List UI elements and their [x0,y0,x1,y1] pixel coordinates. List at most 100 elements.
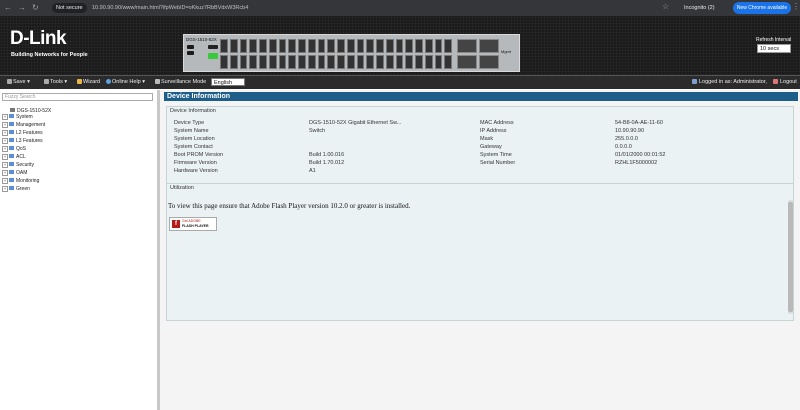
switch-port[interactable] [405,39,413,53]
info-label: IP Address [480,128,507,134]
save-menu[interactable]: Save ▾ [7,79,30,86]
bookmark-star-icon[interactable]: ☆ [662,2,669,11]
reload-icon[interactable]: ↻ [32,3,39,13]
switch-port[interactable] [385,55,394,69]
switch-port[interactable] [278,39,287,53]
switch-port[interactable] [288,55,296,69]
sfp-ports[interactable] [457,39,499,69]
switch-port[interactable] [424,39,433,53]
forward-icon[interactable]: → [18,3,26,13]
online-help-menu[interactable]: Online Help ▾ [106,79,145,86]
switch-port[interactable] [307,55,316,69]
switch-port[interactable] [327,55,335,69]
switch-port[interactable] [444,39,452,53]
switch-port[interactable] [346,55,355,69]
surveillance-mode-button[interactable]: Surveillance Mode [155,79,206,86]
switch-port[interactable] [278,55,287,69]
switch-port[interactable] [376,55,384,69]
new-chrome-button[interactable]: New Chrome available [733,2,791,14]
sidebar-item-qos[interactable]: + QoS [2,146,26,152]
switch-port[interactable] [229,39,238,53]
expand-icon[interactable]: + [2,178,8,184]
tools-menu[interactable]: Tools ▾ [44,79,67,86]
sidebar-item-green[interactable]: + Green [2,186,30,192]
sidebar-item-l2-features[interactable]: + L2 Features [2,130,43,136]
switch-port[interactable] [415,39,423,53]
incognito-indicator[interactable]: Incognito (2) [684,3,715,13]
switch-port[interactable] [220,39,228,53]
switch-port[interactable] [220,55,228,69]
switch-port[interactable] [317,39,326,53]
sidebar-item-oam[interactable]: + OAM [2,170,27,176]
sfp-port[interactable] [457,55,477,69]
switch-port[interactable] [366,39,374,53]
switch-port[interactable] [337,39,345,53]
browser-menu-icon[interactable]: ⋮ [792,2,800,11]
switch-port[interactable] [405,55,413,69]
refresh-interval-select[interactable]: 10 secs [757,44,791,53]
expand-icon[interactable]: + [2,114,8,120]
switch-port[interactable] [385,39,394,53]
wizard-button[interactable]: Wizard [77,79,100,86]
security-indicator[interactable]: Not secure [52,3,87,13]
sidebar-item-management[interactable]: + Management [2,122,45,128]
expand-icon[interactable]: + [2,170,8,176]
switch-port[interactable] [376,39,384,53]
fuzzy-search-input[interactable]: Fuzzy Search [2,93,153,101]
sidebar-item-system[interactable]: + System [2,114,33,120]
switch-port[interactable] [298,55,306,69]
sidebar-item-acl[interactable]: + ACL [2,154,26,160]
info-value: 255.0.0.0 [615,136,638,142]
sfp-port[interactable] [457,39,477,53]
switch-port[interactable] [229,55,238,69]
expand-icon[interactable]: + [2,186,8,192]
switch-port[interactable] [239,55,248,69]
expand-icon[interactable]: + [2,154,8,160]
back-icon[interactable]: ← [4,3,12,13]
switch-port[interactable] [395,39,404,53]
sidebar-item-label: Management [16,122,46,128]
switch-port[interactable] [239,39,248,53]
switch-port[interactable] [288,39,296,53]
get-flash-player-link[interactable]: f Get ADOBE FLASH PLAYER [169,217,217,231]
expand-icon[interactable]: + [2,122,8,128]
sidebar-item-security[interactable]: + Security [2,162,34,168]
switch-port[interactable] [317,55,326,69]
expand-icon[interactable]: + [2,162,8,168]
sidebar-item-monitoring[interactable]: + Monitoring [2,178,39,184]
switch-port[interactable] [327,39,335,53]
switch-port[interactable] [307,39,316,53]
address-bar[interactable]: 10.90.90.90/www/main.html?ifpWebID=oKkuz… [92,3,248,13]
switch-port[interactable] [268,55,277,69]
switch-port[interactable] [415,55,423,69]
logout-button[interactable]: Logout [773,79,797,85]
sfp-port[interactable] [479,39,499,53]
expand-icon[interactable]: + [2,130,8,136]
scrollbar-thumb[interactable] [788,202,793,312]
switch-port[interactable] [356,39,365,53]
switch-port[interactable] [395,55,404,69]
switch-port[interactable] [366,55,374,69]
switch-port[interactable] [337,55,345,69]
switch-front-panel[interactable]: DGS-1510-52X Mgmt [183,34,520,72]
content-scrollbar[interactable] [788,200,793,314]
language-select[interactable]: English [211,78,245,86]
switch-port[interactable] [249,39,257,53]
switch-port[interactable] [259,39,267,53]
switch-port[interactable] [424,55,433,69]
sidebar-item-l3-features[interactable]: + L3 Features [2,138,43,144]
switch-port[interactable] [346,39,355,53]
expand-icon[interactable]: + [2,146,8,152]
switch-port[interactable] [434,55,443,69]
switch-port[interactable] [444,55,452,69]
switch-port[interactable] [249,55,257,69]
switch-port[interactable] [259,55,267,69]
switch-port[interactable] [268,39,277,53]
switch-port[interactable] [356,55,365,69]
switch-port[interactable] [298,39,306,53]
sfp-port[interactable] [479,55,499,69]
switch-port[interactable] [434,39,443,53]
sidebar-item-label: System [16,114,33,120]
port-grid[interactable] [220,39,452,69]
expand-icon[interactable]: + [2,138,8,144]
